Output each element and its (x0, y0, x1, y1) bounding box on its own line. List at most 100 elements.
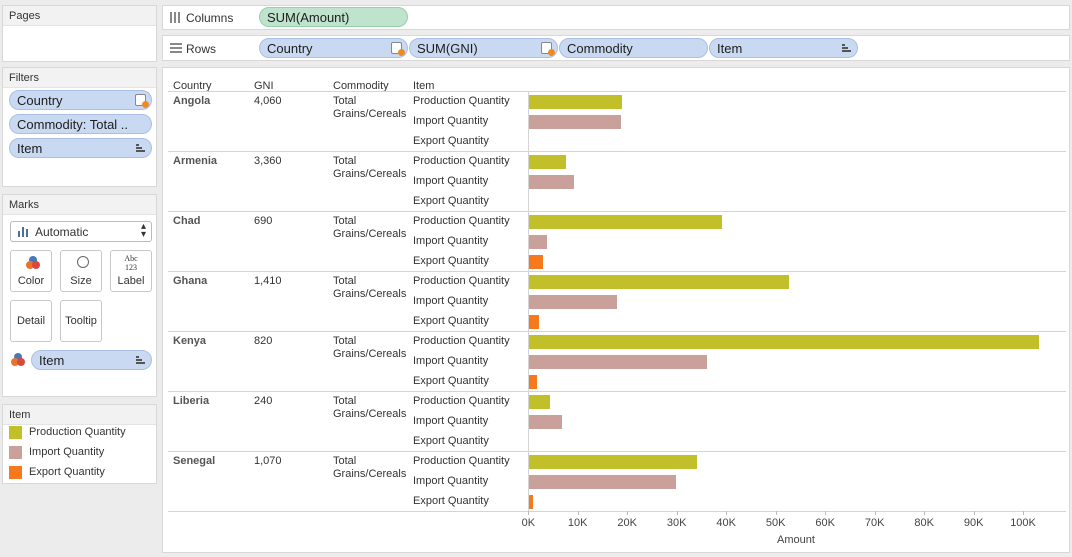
bar[interactable] (529, 155, 567, 169)
rows-item-pill[interactable]: Item (709, 38, 858, 58)
marks-item-pill[interactable]: Item (31, 350, 152, 370)
gni-cell[interactable]: 1,410 (254, 275, 282, 287)
pages-card[interactable]: Pages (2, 5, 157, 62)
item-cell[interactable]: Production Quantity (413, 335, 510, 347)
rows-sum-gni-pill[interactable]: SUM(GNI) (409, 38, 558, 58)
axis-tick-mark (775, 511, 777, 515)
country-cell[interactable]: Liberia (173, 395, 209, 407)
gni-cell[interactable]: 240 (254, 395, 272, 407)
item-cell[interactable]: Production Quantity (413, 215, 510, 227)
bar[interactable] (529, 375, 538, 389)
bar[interactable] (529, 315, 539, 329)
axis-tick-label: 60K (815, 517, 835, 529)
rows-commodity-label: Commodity (567, 41, 633, 56)
country-cell[interactable]: Ghana (173, 275, 207, 287)
bar[interactable] (529, 255, 543, 269)
axis-tick-mark (825, 511, 826, 515)
bar[interactable] (529, 455, 698, 469)
item-cell[interactable]: Export Quantity (413, 195, 489, 207)
bar[interactable] (529, 495, 533, 509)
country-cell[interactable]: Senegal (173, 455, 215, 467)
tooltip-button[interactable]: Tooltip (60, 300, 102, 342)
bar[interactable] (529, 335, 1039, 349)
bar[interactable] (529, 475, 676, 489)
gni-cell[interactable]: 690 (254, 215, 272, 227)
color-button-label: Color (17, 275, 45, 287)
bar[interactable] (529, 215, 723, 229)
filter-country-pill[interactable]: Country (9, 90, 152, 110)
bar[interactable] (529, 95, 623, 109)
rows-commodity-pill[interactable]: Commodity (559, 38, 708, 58)
header-divider (168, 91, 1066, 92)
item-cell[interactable]: Export Quantity (413, 375, 489, 387)
bar[interactable] (529, 355, 707, 369)
item-cell[interactable]: Production Quantity (413, 395, 510, 407)
table-row-divider (168, 451, 1066, 452)
size-icon (77, 256, 89, 268)
axis-tick-mark (726, 511, 727, 515)
commodity-cell[interactable]: Total Grains/Cereals (333, 455, 413, 481)
item-cell[interactable]: Export Quantity (413, 435, 489, 447)
gni-cell[interactable]: 3,360 (254, 155, 282, 167)
commodity-cell[interactable]: Total Grains/Cereals (333, 335, 413, 361)
country-cell[interactable]: Armenia (173, 155, 217, 167)
bar[interactable] (529, 295, 617, 309)
label-button-label: Label (117, 275, 145, 287)
item-cell[interactable]: Production Quantity (413, 275, 510, 287)
commodity-cell[interactable]: Total Grains/Cereals (333, 275, 413, 301)
commodity-cell[interactable]: Total Grains/Cereals (333, 95, 413, 121)
country-cell[interactable]: Kenya (173, 335, 206, 347)
item-cell[interactable]: Production Quantity (413, 95, 510, 107)
bar[interactable] (529, 275, 789, 289)
legend-title: Item (3, 405, 156, 425)
label-button[interactable]: Abc 123 Label (110, 250, 152, 292)
item-cell[interactable]: Import Quantity (413, 355, 488, 367)
color-button[interactable]: Color (10, 250, 52, 292)
country-cell[interactable]: Chad (173, 215, 201, 227)
gni-cell[interactable]: 820 (254, 335, 272, 347)
item-cell[interactable]: Production Quantity (413, 155, 510, 167)
size-button[interactable]: Size (60, 250, 102, 292)
filter-commodity-pill[interactable]: Commodity: Total .. (9, 114, 152, 134)
filters-card: Filters Country Commodity: Total .. Item (2, 67, 157, 187)
detail-button-label: Detail (16, 315, 46, 327)
mark-type-dropdown[interactable]: Automatic ▴ ▾ (10, 221, 152, 242)
rows-shelf[interactable]: Rows Country SUM(GNI) Commodity Item (162, 35, 1070, 61)
bar[interactable] (529, 115, 621, 129)
filter-item-pill[interactable]: Item (9, 138, 152, 158)
bar[interactable] (529, 235, 548, 249)
item-cell[interactable]: Import Quantity (413, 235, 488, 247)
columns-shelf[interactable]: Columns SUM(Amount) (162, 5, 1070, 30)
item-cell[interactable]: Import Quantity (413, 115, 488, 127)
gni-cell[interactable]: 4,060 (254, 95, 282, 107)
commodity-cell[interactable]: Total Grains/Cereals (333, 155, 413, 181)
item-cell[interactable]: Export Quantity (413, 135, 489, 147)
axis-tick-mark (577, 511, 579, 515)
item-cell[interactable]: Import Quantity (413, 475, 488, 487)
item-cell[interactable]: Import Quantity (413, 295, 488, 307)
country-cell[interactable]: Angola (173, 95, 210, 107)
item-cell[interactable]: Import Quantity (413, 175, 488, 187)
item-cell[interactable]: Production Quantity (413, 455, 510, 467)
bar[interactable] (529, 415, 562, 429)
marks-title: Marks (3, 195, 156, 215)
sum-amount-pill[interactable]: SUM(Amount) (259, 7, 408, 27)
legend-swatch (9, 466, 22, 479)
legend-swatch (9, 426, 22, 439)
gni-cell[interactable]: 1,070 (254, 455, 282, 467)
commodity-cell[interactable]: Total Grains/Cereals (333, 395, 413, 421)
legend-swatch (9, 446, 22, 459)
commodity-cell[interactable]: Total Grains/Cereals (333, 215, 413, 241)
axis-tick-label: 50K (765, 517, 786, 529)
item-cell[interactable]: Import Quantity (413, 415, 488, 427)
marks-item-label: Item (39, 353, 65, 368)
item-cell[interactable]: Export Quantity (413, 495, 489, 507)
bar[interactable] (529, 175, 574, 189)
axis-tick-mark (973, 511, 975, 515)
item-cell[interactable]: Export Quantity (413, 255, 489, 267)
rows-country-pill[interactable]: Country (259, 38, 408, 58)
detail-button[interactable]: Detail (10, 300, 52, 342)
bar[interactable] (529, 395, 551, 409)
rows-sum-gni-label: SUM(GNI) (417, 41, 478, 56)
item-cell[interactable]: Export Quantity (413, 315, 489, 327)
